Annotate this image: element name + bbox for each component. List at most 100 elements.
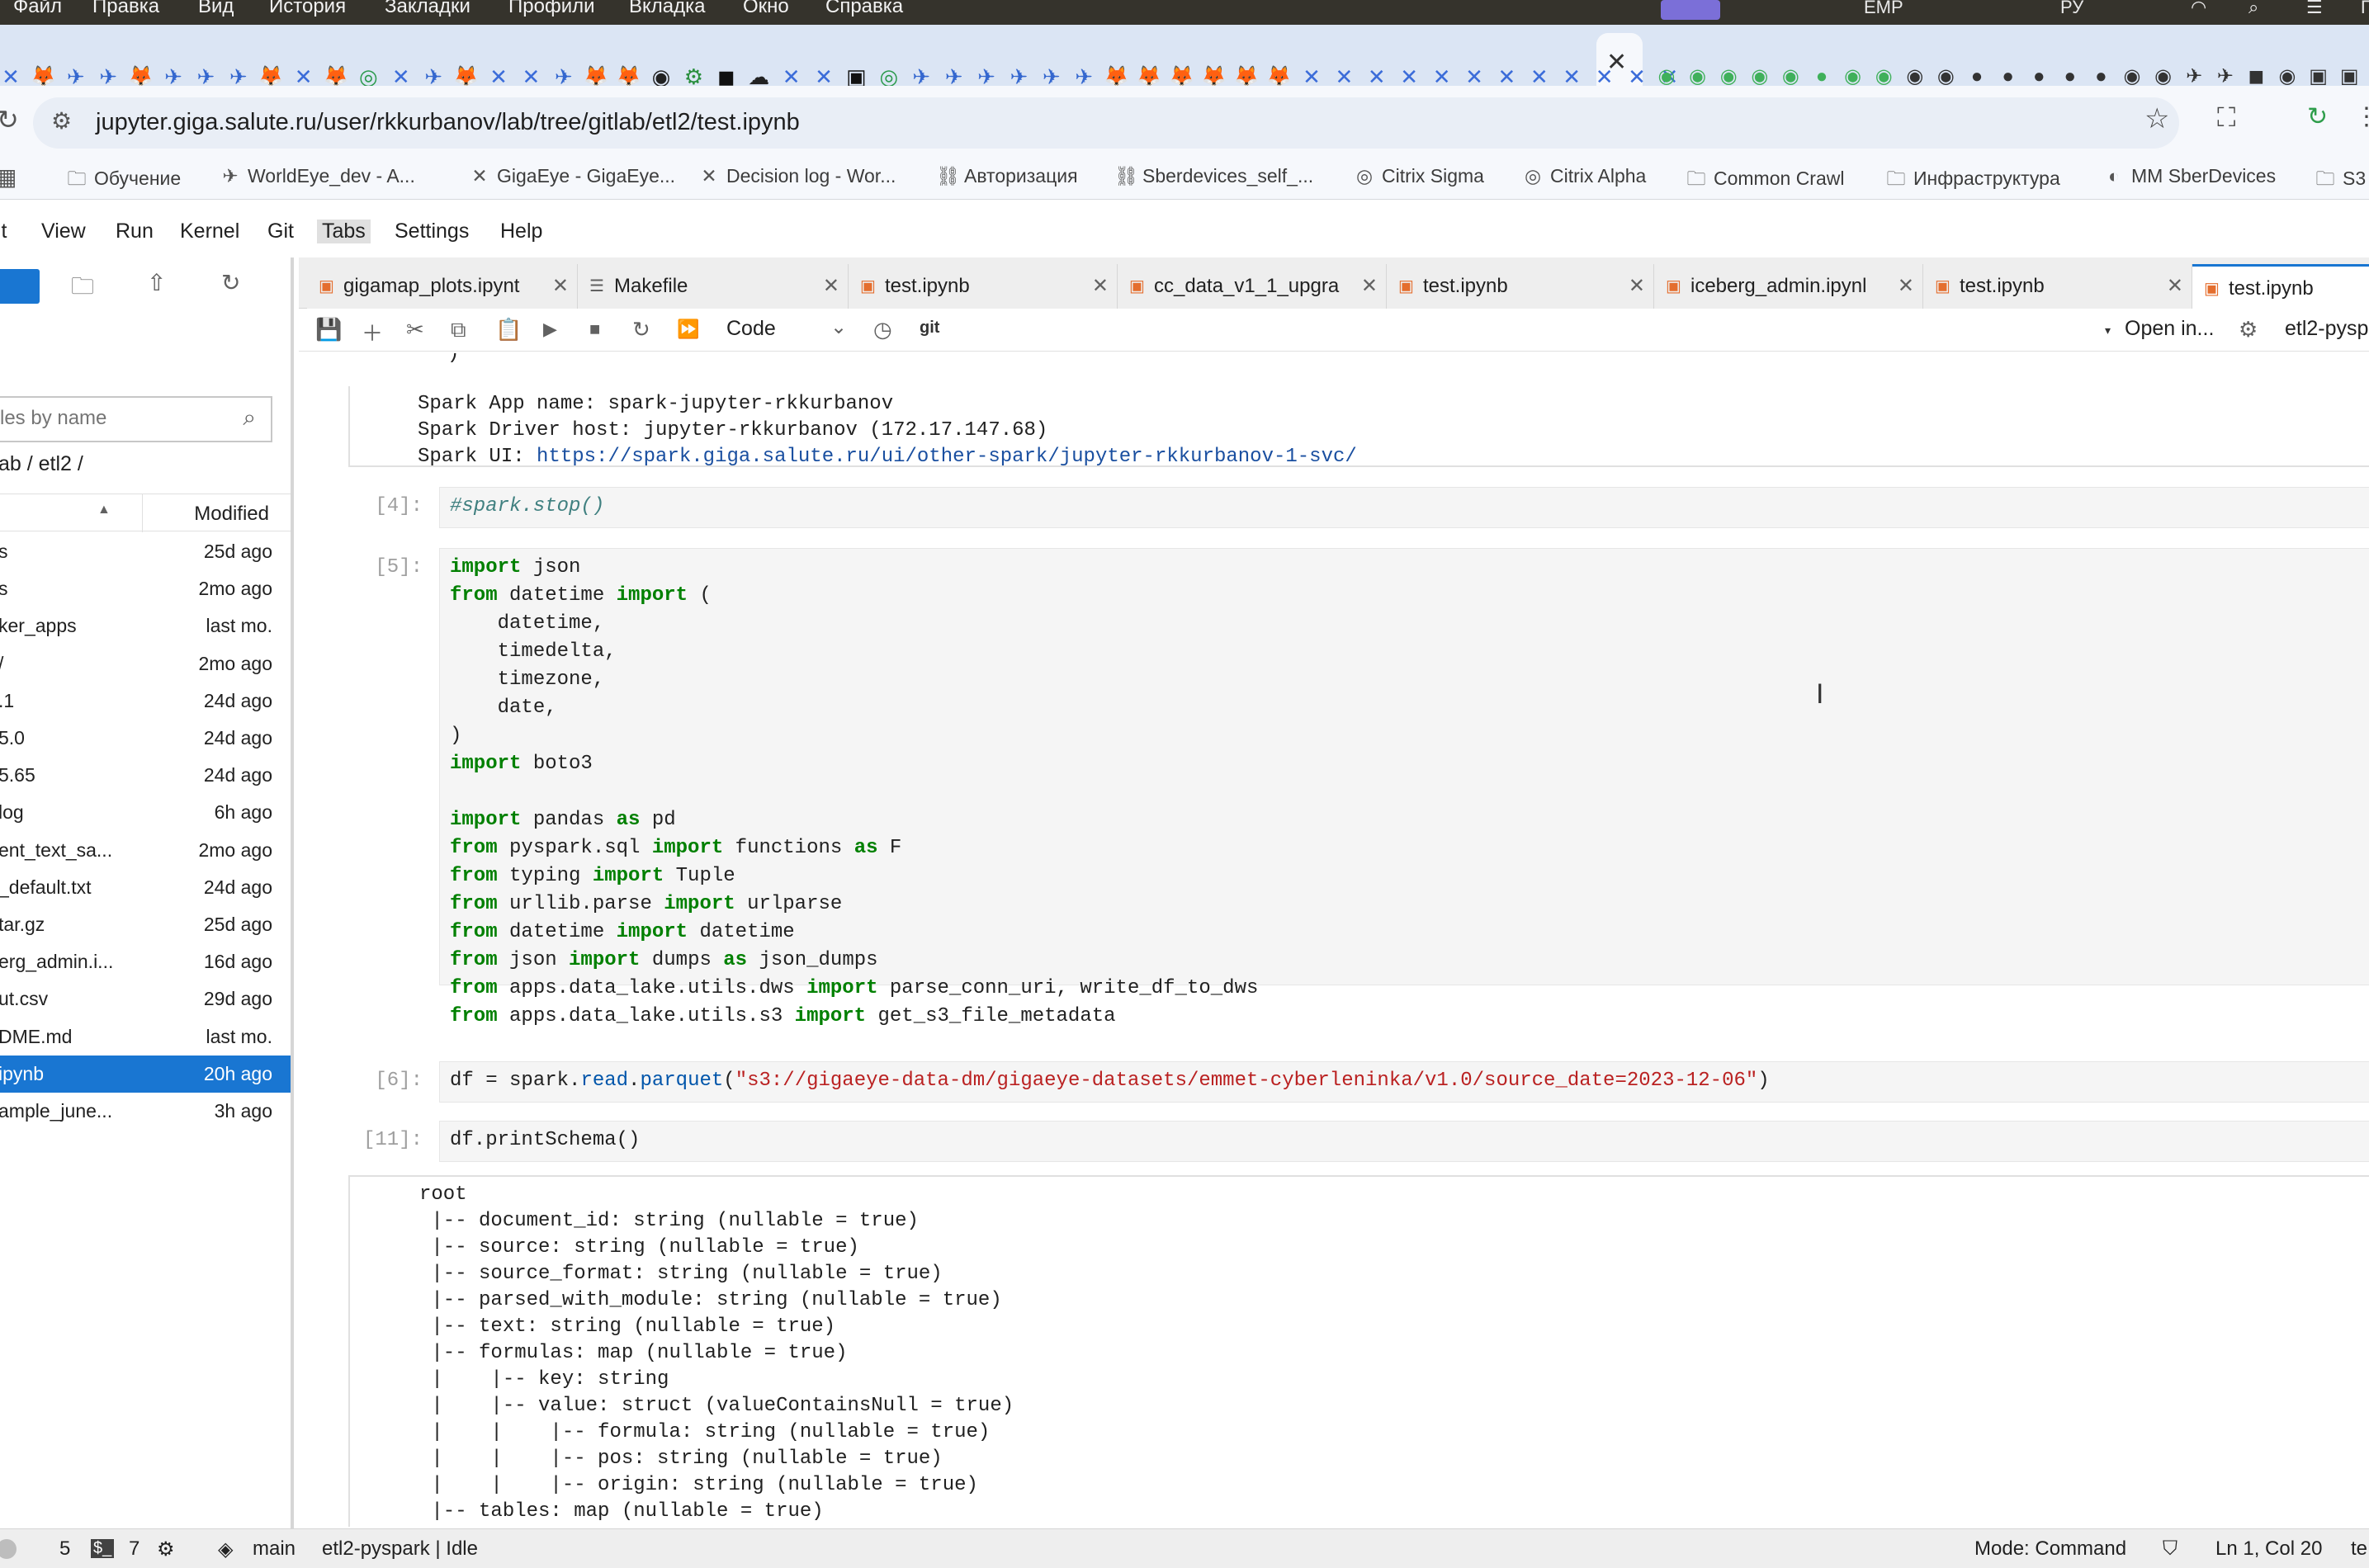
url-text[interactable]: jupyter.giga.salute.ru/user/rkkurbanov/l… <box>96 109 800 136</box>
file-list-item[interactable]: tar.gz 25d ago <box>0 906 291 943</box>
status-menu-item[interactable]: ПТ <box>2361 0 2369 18</box>
git-branch-name[interactable]: main <box>253 1537 296 1561</box>
file-list-item[interactable]: ipynb 20h ago <box>0 1055 291 1093</box>
bookmark-item[interactable]: ✕ GigaEye - GigaEye... <box>469 165 675 187</box>
code-cell-5[interactable]: import json from datetime import ( datet… <box>439 548 2369 1027</box>
code-cell-6[interactable]: df = spark.read.parquet("s3://gigaeye-da… <box>439 1061 2369 1103</box>
mac-menu-item[interactable]: Файл <box>13 0 62 18</box>
mac-menu-item[interactable]: Закладки <box>385 0 470 18</box>
control-center-icon[interactable]: ☰ <box>2306 0 2323 18</box>
chevron-down-icon[interactable]: ⌄ <box>830 315 847 339</box>
bookmark-item[interactable]: ⛓ Авторизация <box>936 165 1078 187</box>
kernel-gear-icon[interactable]: ⚙ <box>2239 317 2258 342</box>
file-list-item[interactable]: erg_admin.i... 16d ago <box>0 943 291 980</box>
new-folder-icon[interactable]: 🗀 <box>71 269 94 309</box>
terminal-count[interactable]: 7 <box>129 1537 139 1561</box>
jupyter-menu-view[interactable]: View <box>41 220 86 243</box>
notebook-tab[interactable]: ☰ Makefile ✕ <box>578 264 849 309</box>
status-menu-item[interactable]: EMP <box>1864 0 1903 18</box>
wifi-icon[interactable]: ◠ <box>2191 0 2206 18</box>
close-icon[interactable]: ✕ <box>1898 274 1914 298</box>
apps-grid-icon[interactable]: ▦ <box>0 163 17 191</box>
bookmark-item[interactable]: 🗀 Обучение <box>66 165 182 197</box>
save-icon[interactable]: 💾 <box>315 317 342 342</box>
bookmark-item[interactable]: ✈ WorldEye_dev - A... <box>220 165 414 187</box>
restart-icon[interactable]: ↻ <box>632 317 650 342</box>
bookmark-item[interactable]: ⛓ Sberdevices_self_... <box>1114 165 1313 187</box>
extension-refresh-icon[interactable]: ↻ <box>2307 102 2328 131</box>
mac-menu-item[interactable]: Профили <box>508 0 595 18</box>
mac-menu-item[interactable]: История <box>269 0 346 18</box>
notebook-tab[interactable]: ▣ test.ipynb ✕ <box>1923 264 2192 309</box>
file-list-item[interactable]: ut.csv 29d ago <box>0 980 291 1018</box>
reload-icon[interactable]: ↻ <box>0 104 19 135</box>
spark-ui-link[interactable]: https://spark.giga.salute.ru/ui/other-sp… <box>537 446 1357 468</box>
file-list-item[interactable]: log 6h ago <box>0 794 291 831</box>
file-list-item[interactable]: _default.txt 24d ago <box>0 869 291 906</box>
cut-icon[interactable]: ✂ <box>406 317 424 342</box>
cell-code[interactable]: df.printSchema() <box>450 1126 640 1155</box>
screen-share-icon[interactable] <box>1661 0 1720 20</box>
code-cell-4[interactable]: #spark.stop() <box>439 487 2369 528</box>
file-list-item[interactable]: 5.65 24d ago <box>0 757 291 794</box>
close-icon[interactable]: ✕ <box>1629 274 1645 298</box>
open-in-button[interactable]: Open in... <box>2125 317 2214 341</box>
bookmark-item[interactable]: ◎ Citrix Sigma <box>1354 165 1484 187</box>
refresh-icon[interactable]: ↻ <box>221 269 240 296</box>
shield-icon[interactable]: ⛉ <box>2163 1537 2177 1561</box>
code-cell-11[interactable]: df.printSchema() <box>439 1121 2369 1162</box>
cursor-position[interactable]: Ln 1, Col 20 <box>2215 1537 2322 1561</box>
notebook-tab[interactable]: ▣ gigamap_plots.ipynt ✕ <box>307 264 578 309</box>
file-list-item[interactable]: ent_text_sa... 2mo ago <box>0 832 291 869</box>
close-icon[interactable]: ✕ <box>823 274 839 298</box>
close-icon[interactable]: ✕ <box>1361 274 1378 298</box>
file-list-item[interactable]: s 2mo ago <box>0 570 291 607</box>
file-list-item[interactable]: ample_june... 3h ago <box>0 1093 291 1130</box>
breadcrumb[interactable]: ab / etl2 / <box>0 452 83 476</box>
mac-menu-item[interactable]: Вид <box>198 0 234 18</box>
kernel-status[interactable]: etl2-pyspark | Idle <box>322 1537 478 1561</box>
copy-icon[interactable]: ⧉ <box>451 317 466 343</box>
mac-menu-item[interactable]: Правка <box>92 0 159 18</box>
jupyter-menu-tabs[interactable]: Tabs <box>317 220 371 243</box>
notebook-tab[interactable]: ▣ test.ipynb ✕ <box>849 264 1118 309</box>
new-launcher-button[interactable] <box>0 269 40 304</box>
bookmark-item[interactable]: ◐ MM SberDevices <box>2103 165 2276 187</box>
file-list-item[interactable]: s 25d ago <box>0 533 291 570</box>
cell-code-read-parquet[interactable]: df = spark.read.parquet("s3://gigaeye-da… <box>450 1067 1770 1095</box>
mac-menu-item[interactable]: Справка <box>825 0 903 18</box>
bookmark-star-icon[interactable]: ☆ <box>2144 102 2169 135</box>
kernel-name[interactable]: etl2-pyspa <box>2285 317 2369 341</box>
simple-mode-toggle[interactable] <box>0 1539 17 1559</box>
file-list-item[interactable]: 5.0 24d ago <box>0 720 291 757</box>
notebook-tab[interactable]: ▣ test.ipynb <box>2192 264 2369 309</box>
stop-icon[interactable]: ■ <box>589 319 600 340</box>
clock-icon[interactable]: ◷ <box>873 317 892 342</box>
bookmark-item[interactable]: ◎ Citrix Alpha <box>1522 165 1646 187</box>
notebook-tab[interactable]: ▣ cc_data_v1_1_upgra ✕ <box>1118 264 1387 309</box>
modified-column-header[interactable]: Modified <box>194 503 269 526</box>
status-menu-item[interactable]: РУ <box>2060 0 2083 18</box>
close-icon[interactable]: ✕ <box>1092 274 1109 298</box>
notebook-tab[interactable]: ▣ test.ipynb ✕ <box>1387 264 1654 309</box>
add-cell-icon[interactable]: ＋ <box>362 317 383 347</box>
jupyter-menu-it[interactable]: it <box>0 220 7 243</box>
jupyter-menu-git[interactable]: Git <box>267 220 294 243</box>
file-list-item[interactable]: DME.md last mo. <box>0 1018 291 1056</box>
cell-code[interactable]: #spark.stop() <box>450 493 604 521</box>
kernel-count[interactable]: 5 <box>59 1537 70 1561</box>
mac-menu-item[interactable]: Окно <box>743 0 789 18</box>
paste-icon[interactable]: 📋 <box>495 317 522 342</box>
cell-type-select[interactable]: Code <box>726 317 776 341</box>
close-icon[interactable]: ✕ <box>552 274 569 298</box>
run-all-icon[interactable]: ⏩ <box>677 319 699 340</box>
extensions-icon[interactable]: ⚙ <box>157 1537 175 1561</box>
jupyter-menu-run[interactable]: Run <box>116 220 154 243</box>
jupyter-menu-help[interactable]: Help <box>500 220 542 243</box>
file-list-item[interactable]: .1 24d ago <box>0 682 291 720</box>
menu-icon[interactable]: ⋮ <box>2354 102 2369 131</box>
mac-menu-item[interactable]: Вкладка <box>629 0 706 18</box>
site-settings-icon[interactable]: ⚙ <box>51 107 72 135</box>
screenshot-icon[interactable]: ⛶ <box>2217 102 2235 134</box>
jupyter-menu-kernel[interactable]: Kernel <box>180 220 239 243</box>
